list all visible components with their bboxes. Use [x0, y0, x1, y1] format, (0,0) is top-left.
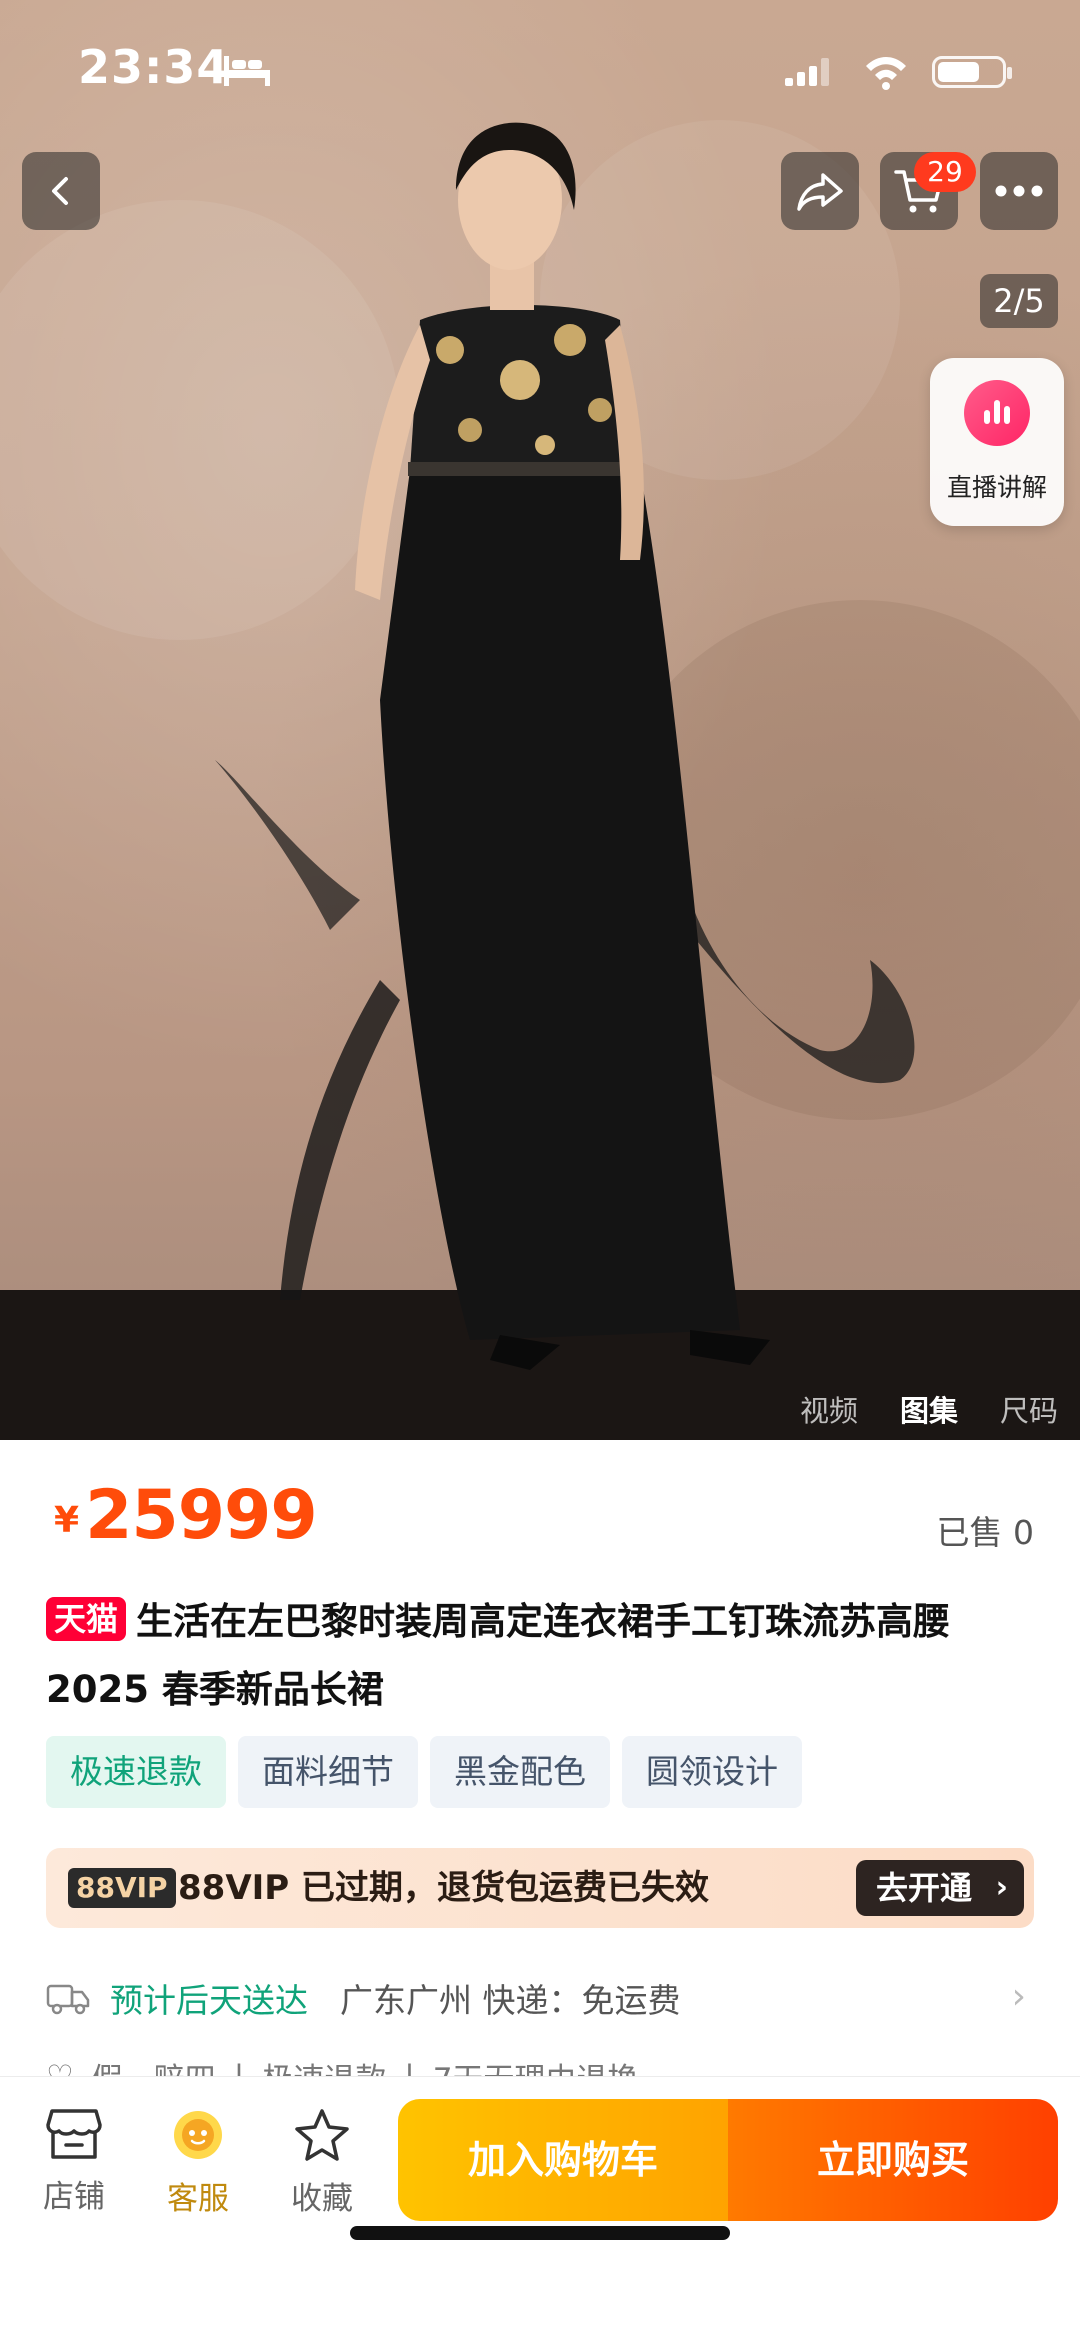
shop-button[interactable]: 店铺 — [24, 2107, 124, 2216]
bottom-action-bar: 店铺 客服 收藏 加入购物车 立即购买 — [0, 2076, 1080, 2337]
live-explain-button[interactable]: 直播讲解 — [930, 358, 1064, 526]
delivery-truck-icon — [46, 1984, 90, 2015]
media-tabs: 视频 图集 尺码 — [800, 1388, 1058, 1430]
88vip-logo: 88VIP — [68, 1868, 176, 1908]
chevron-right-icon: › — [1011, 1976, 1026, 2017]
status-time: 23:34 — [78, 40, 230, 94]
wifi-icon — [866, 57, 906, 90]
product-title[interactable]: 天猫 生活在左巴黎时装周高定连衣裙手工钉珠流苏高腰 2025 春季新品长裙 — [46, 1588, 1036, 1724]
tag-neckline[interactable]: 圆领设计 — [622, 1736, 802, 1808]
cellular-signal-icon — [785, 58, 829, 86]
service-label: 客服 — [167, 2181, 229, 2217]
store-icon — [46, 2109, 102, 2159]
shop-label: 店铺 — [43, 2179, 105, 2215]
tag-color[interactable]: 黑金配色 — [430, 1736, 610, 1808]
star-icon — [295, 2109, 349, 2161]
feature-tags: 极速退款 面料细节 黑金配色 圆领设计 — [46, 1736, 802, 1808]
share-button[interactable] — [781, 152, 859, 230]
sleep-focus-icon — [224, 56, 270, 86]
buy-now-button[interactable]: 立即购买 — [728, 2099, 1058, 2221]
chevron-left-icon — [52, 177, 68, 205]
tab-size[interactable]: 尺码 — [1000, 1388, 1058, 1430]
live-explain-label: 直播讲解 — [946, 473, 1047, 502]
tab-video[interactable]: 视频 — [800, 1388, 858, 1430]
customer-service-icon — [174, 2111, 222, 2159]
vip-activate-label: 去开通 — [875, 1869, 972, 1907]
gallery-page-indicator: 2/5 — [980, 274, 1058, 328]
vip-message: 88VIP 已过期，退货包运费已失效 — [178, 1868, 710, 1908]
vip-banner[interactable]: 88VIP 88VIP 已过期，退货包运费已失效 去开通 › — [46, 1848, 1034, 1928]
product-title-text: 生活在左巴黎时装周高定连衣裙手工钉珠流苏高腰 2025 春季新品长裙 — [46, 1600, 951, 1711]
battery-icon — [932, 56, 1012, 88]
tag-fast-refund[interactable]: 极速退款 — [46, 1736, 226, 1808]
tag-fabric-detail[interactable]: 面料细节 — [238, 1736, 418, 1808]
back-button[interactable] — [22, 152, 100, 230]
price-value: 25999 — [85, 1476, 318, 1555]
add-to-cart-button[interactable]: 加入购物车 — [398, 2099, 728, 2221]
delivery-eta: 预计后天送达 — [110, 1981, 308, 2020]
currency-symbol: ¥ — [54, 1500, 80, 1541]
status-bar: 23:34 — [0, 0, 1080, 140]
favorite-label: 收藏 — [291, 2181, 353, 2217]
live-stream-icon — [964, 380, 1030, 446]
tmall-badge: 天猫 — [46, 1597, 127, 1641]
more-button[interactable] — [980, 152, 1058, 230]
vip-activate-button[interactable]: 去开通 › — [855, 1860, 1024, 1916]
favorite-button[interactable]: 收藏 — [272, 2107, 372, 2218]
product-info: ¥25999 已售 0 天猫 生活在左巴黎时装周高定连衣裙手工钉珠流苏高腰 202… — [0, 1440, 1080, 2080]
chevron-right-icon: › — [995, 1870, 1008, 1905]
tab-gallery[interactable]: 图集 — [900, 1388, 958, 1430]
more-dots-icon — [995, 185, 1043, 197]
share-icon — [797, 173, 843, 211]
cart-count-badge: 29 — [914, 152, 976, 192]
delivery-row[interactable]: 预计后天送达 广东广州 快递：免运费 › — [46, 1966, 1036, 2036]
customer-service-button[interactable]: 客服 — [148, 2107, 248, 2218]
price: ¥25999 — [54, 1476, 318, 1555]
home-indicator — [350, 2226, 730, 2240]
delivery-location: 广东广州 快递：免运费 — [340, 1981, 681, 2020]
sold-count: 已售 0 — [936, 1513, 1035, 1552]
